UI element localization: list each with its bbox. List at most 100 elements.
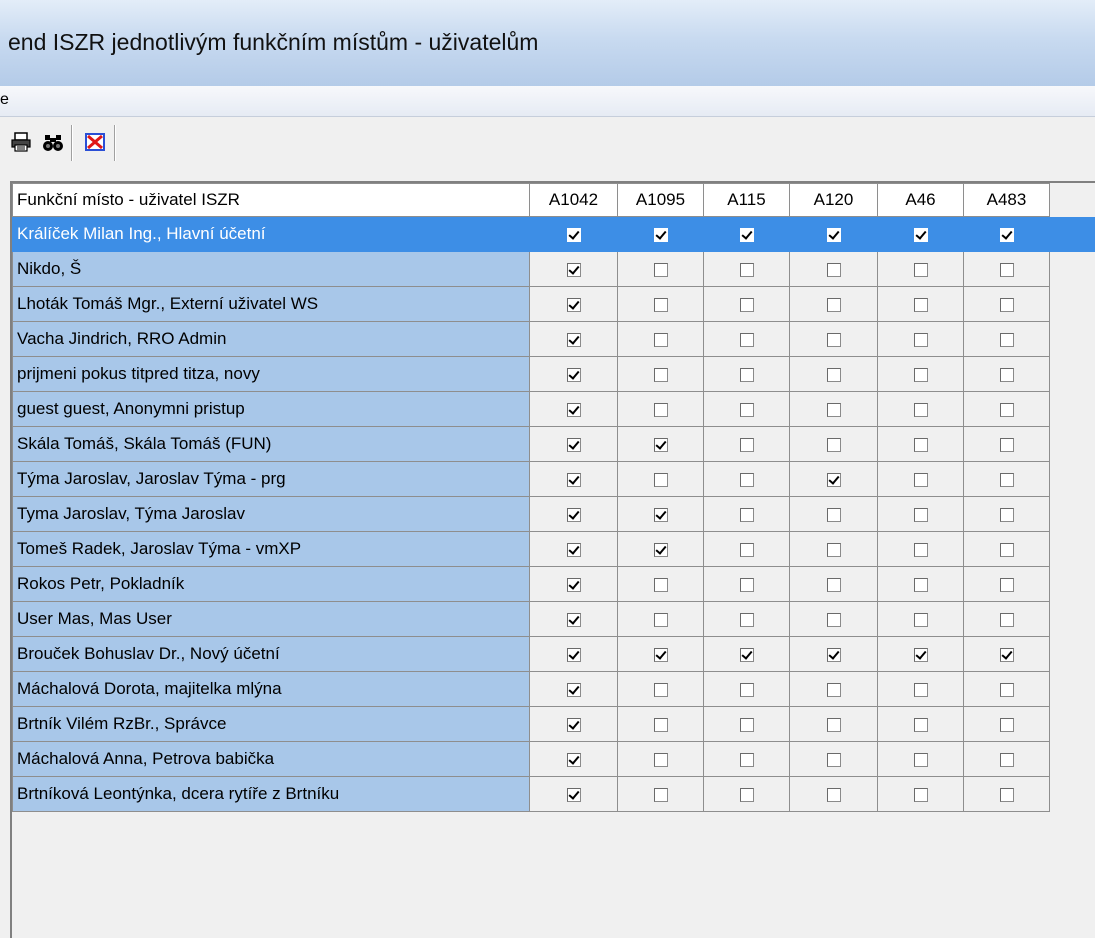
permission-checkbox[interactable]	[1000, 473, 1014, 487]
row-user-name[interactable]: Tyma Jaroslav, Týma Jaroslav	[13, 497, 530, 532]
permission-checkbox[interactable]	[914, 683, 928, 697]
permission-checkbox[interactable]	[1000, 228, 1014, 242]
permission-checkbox[interactable]	[654, 298, 668, 312]
permission-checkbox[interactable]	[567, 333, 581, 347]
permission-checkbox[interactable]	[567, 298, 581, 312]
permission-checkbox[interactable]	[740, 683, 754, 697]
menu-item[interactable]: e	[0, 91, 9, 109]
permission-checkbox[interactable]	[740, 438, 754, 452]
permission-checkbox[interactable]	[740, 788, 754, 802]
permission-checkbox[interactable]	[914, 508, 928, 522]
table-row[interactable]: prijmeni pokus titpred titza, novy	[13, 357, 1095, 392]
permission-checkbox[interactable]	[567, 578, 581, 592]
permission-checkbox[interactable]	[567, 683, 581, 697]
row-user-name[interactable]: Tomeš Radek, Jaroslav Týma - vmXP	[13, 532, 530, 567]
row-user-name[interactable]: guest guest, Anonymni pristup	[13, 392, 530, 427]
permission-checkbox[interactable]	[567, 368, 581, 382]
permission-checkbox[interactable]	[654, 403, 668, 417]
permission-checkbox[interactable]	[740, 543, 754, 557]
table-row[interactable]: Máchalová Dorota, majitelka mlýna	[13, 672, 1095, 707]
permission-checkbox[interactable]	[827, 788, 841, 802]
permission-checkbox[interactable]	[567, 718, 581, 732]
row-user-name[interactable]: Máchalová Dorota, majitelka mlýna	[13, 672, 530, 707]
row-user-name[interactable]: prijmeni pokus titpred titza, novy	[13, 357, 530, 392]
permission-checkbox[interactable]	[1000, 333, 1014, 347]
permission-checkbox[interactable]	[567, 753, 581, 767]
permission-checkbox[interactable]	[827, 718, 841, 732]
permission-checkbox[interactable]	[654, 683, 668, 697]
permission-checkbox[interactable]	[914, 578, 928, 592]
permission-checkbox[interactable]	[1000, 438, 1014, 452]
permission-checkbox[interactable]	[914, 648, 928, 662]
permission-checkbox[interactable]	[827, 333, 841, 347]
column-header[interactable]: A483	[964, 184, 1050, 217]
table-row[interactable]: Nikdo, Š	[13, 252, 1095, 287]
column-header[interactable]: A1042	[530, 184, 618, 217]
permission-checkbox[interactable]	[914, 263, 928, 277]
row-user-name[interactable]: Brtníková Leontýnka, dcera rytíře z Brtn…	[13, 777, 530, 812]
permission-checkbox[interactable]	[1000, 543, 1014, 557]
permission-checkbox[interactable]	[567, 543, 581, 557]
table-row[interactable]: User Mas, Mas User	[13, 602, 1095, 637]
table-row[interactable]: Tyma Jaroslav, Týma Jaroslav	[13, 497, 1095, 532]
permission-checkbox[interactable]	[654, 438, 668, 452]
table-row[interactable]: Skála Tomáš, Skála Tomáš (FUN)	[13, 427, 1095, 462]
permission-checkbox[interactable]	[827, 753, 841, 767]
column-header[interactable]: A46	[878, 184, 964, 217]
table-row[interactable]: Máchalová Anna, Petrova babička	[13, 742, 1095, 777]
row-user-name[interactable]: Vacha Jindrich, RRO Admin	[13, 322, 530, 357]
table-row[interactable]: Vacha Jindrich, RRO Admin	[13, 322, 1095, 357]
permission-checkbox[interactable]	[740, 578, 754, 592]
row-user-name[interactable]: Skála Tomáš, Skála Tomáš (FUN)	[13, 427, 530, 462]
row-user-name[interactable]: Nikdo, Š	[13, 252, 530, 287]
permission-checkbox[interactable]	[1000, 648, 1014, 662]
column-header[interactable]: A1095	[618, 184, 704, 217]
table-row[interactable]: Tomeš Radek, Jaroslav Týma - vmXP	[13, 532, 1095, 567]
row-user-name[interactable]: Rokos Petr, Pokladník	[13, 567, 530, 602]
permission-checkbox[interactable]	[567, 228, 581, 242]
permission-checkbox[interactable]	[827, 403, 841, 417]
table-row[interactable]: Králíček Milan Ing., Hlavní účetní	[13, 217, 1095, 252]
permission-checkbox[interactable]	[654, 473, 668, 487]
permission-checkbox[interactable]	[740, 473, 754, 487]
table-row[interactable]: guest guest, Anonymni pristup	[13, 392, 1095, 427]
column-header-name[interactable]: Funkční místo - uživatel ISZR	[13, 184, 530, 217]
permission-checkbox[interactable]	[1000, 718, 1014, 732]
permission-checkbox[interactable]	[1000, 263, 1014, 277]
permission-checkbox[interactable]	[654, 613, 668, 627]
permission-checkbox[interactable]	[567, 263, 581, 277]
print-button[interactable]	[8, 129, 34, 155]
permission-checkbox[interactable]	[914, 473, 928, 487]
permission-checkbox[interactable]	[654, 543, 668, 557]
permission-checkbox[interactable]	[914, 298, 928, 312]
permission-checkbox[interactable]	[914, 333, 928, 347]
permission-checkbox[interactable]	[827, 298, 841, 312]
permission-checkbox[interactable]	[740, 508, 754, 522]
permission-checkbox[interactable]	[740, 228, 754, 242]
permission-checkbox[interactable]	[914, 753, 928, 767]
row-user-name[interactable]: Lhoták Tomáš Mgr., Externí uživatel WS	[13, 287, 530, 322]
permission-checkbox[interactable]	[827, 578, 841, 592]
permission-checkbox[interactable]	[1000, 753, 1014, 767]
permission-checkbox[interactable]	[740, 298, 754, 312]
permission-checkbox[interactable]	[654, 718, 668, 732]
column-header[interactable]: A115	[704, 184, 790, 217]
permission-checkbox[interactable]	[1000, 613, 1014, 627]
permission-checkbox[interactable]	[827, 473, 841, 487]
permission-checkbox[interactable]	[827, 683, 841, 697]
table-row[interactable]: Brouček Bohuslav Dr., Nový účetní	[13, 637, 1095, 672]
permission-checkbox[interactable]	[567, 788, 581, 802]
row-user-name[interactable]: Brtník Vilém RzBr., Správce	[13, 707, 530, 742]
permission-checkbox[interactable]	[654, 263, 668, 277]
permission-checkbox[interactable]	[567, 508, 581, 522]
permission-checkbox[interactable]	[1000, 508, 1014, 522]
permission-checkbox[interactable]	[740, 753, 754, 767]
permission-checkbox[interactable]	[1000, 578, 1014, 592]
permission-checkbox[interactable]	[654, 508, 668, 522]
row-user-name[interactable]: User Mas, Mas User	[13, 602, 530, 637]
permission-checkbox[interactable]	[740, 263, 754, 277]
column-header[interactable]: A120	[790, 184, 878, 217]
permission-checkbox[interactable]	[914, 228, 928, 242]
table-row[interactable]: Lhoták Tomáš Mgr., Externí uživatel WS	[13, 287, 1095, 322]
permission-checkbox[interactable]	[740, 403, 754, 417]
